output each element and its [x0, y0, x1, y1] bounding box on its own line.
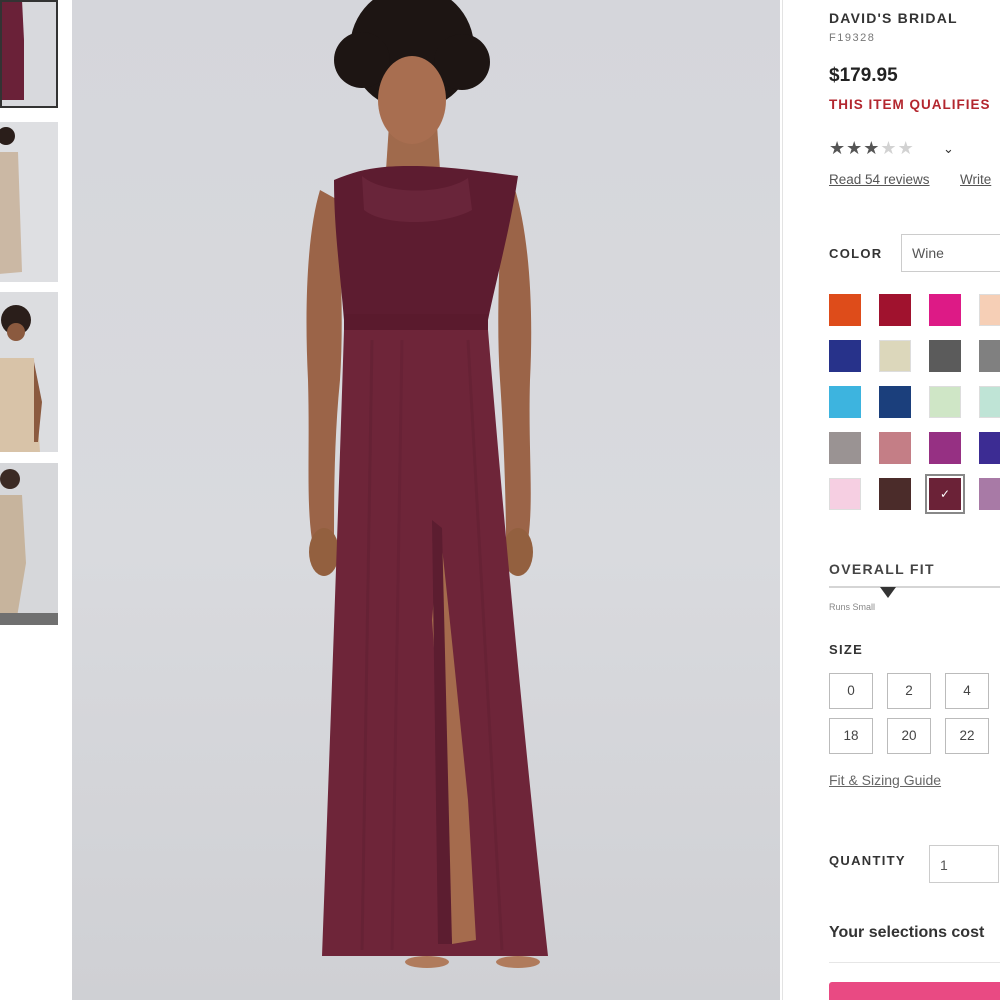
color-swatch[interactable]: [829, 340, 861, 372]
quantity-label: QUANTITY: [829, 853, 906, 868]
fit-label: OVERALL FIT: [829, 561, 935, 577]
selections-cost-text: Your selections cost: [829, 924, 985, 941]
size-option[interactable]: 4: [945, 673, 989, 709]
color-swatch[interactable]: [829, 478, 861, 510]
product-price: $179.95: [829, 65, 898, 86]
color-label: COLOR: [829, 246, 883, 261]
thumbnail-image: [0, 463, 58, 625]
fit-scale: [829, 586, 1000, 588]
size-option[interactable]: 18: [829, 718, 873, 754]
thumbnail-image: [0, 292, 58, 452]
check-icon: ✓: [939, 487, 951, 501]
color-swatch[interactable]: [929, 340, 961, 372]
read-reviews-link[interactable]: Read 54 reviews: [829, 172, 930, 187]
add-to-bag-button[interactable]: [829, 982, 1000, 1000]
color-swatch[interactable]: [929, 432, 961, 464]
size-option[interactable]: 2: [887, 673, 931, 709]
quantity-input[interactable]: 1: [929, 845, 999, 883]
brand-name: DAVID'S BRIDAL: [829, 10, 958, 26]
star-icon: ★: [897, 138, 915, 158]
color-swatch[interactable]: [879, 386, 911, 418]
color-swatch[interactable]: [929, 386, 961, 418]
color-swatch[interactable]: [879, 294, 911, 326]
thumbnail-2[interactable]: [0, 122, 58, 282]
size-option[interactable]: 20: [887, 718, 931, 754]
write-review-link[interactable]: Write: [960, 172, 991, 187]
color-swatch[interactable]: [979, 432, 1000, 464]
model-photo: [306, 0, 548, 968]
size-option[interactable]: 0: [829, 673, 873, 709]
color-swatch[interactable]: [879, 340, 911, 372]
product-sku: F19328: [829, 32, 876, 44]
thumbnail-4[interactable]: [0, 463, 58, 625]
star-rating[interactable]: ★★★★★: [829, 138, 915, 159]
chevron-down-icon[interactable]: ⌄: [943, 141, 954, 157]
color-select[interactable]: Wine: [901, 234, 1000, 272]
color-swatch[interactable]: [829, 294, 861, 326]
star-icon: ★: [846, 138, 864, 158]
product-panel: DAVID'S BRIDAL F19328 $179.95 THIS ITEM …: [782, 0, 1000, 1000]
thumbnail-rail: [0, 0, 62, 1000]
color-swatch[interactable]: [879, 478, 911, 510]
thumbnail-3[interactable]: [0, 292, 58, 452]
thumbnail-1[interactable]: [0, 0, 58, 108]
color-swatch[interactable]: [879, 432, 911, 464]
color-swatch[interactable]: ✓: [925, 474, 965, 514]
star-icon: ★: [863, 138, 881, 158]
fit-marker: [880, 587, 897, 598]
color-swatch[interactable]: [829, 386, 861, 418]
star-icon: ★: [829, 138, 847, 158]
color-swatch[interactable]: [979, 478, 1000, 510]
product-image[interactable]: ♡: [72, 0, 780, 1000]
thumbnail-image: [0, 0, 58, 108]
color-swatch[interactable]: [929, 294, 961, 326]
color-swatch[interactable]: [979, 294, 1000, 326]
size-label: SIZE: [829, 642, 864, 657]
size-option[interactable]: 22: [945, 718, 989, 754]
sizing-guide-link[interactable]: Fit & Sizing Guide: [829, 772, 941, 788]
color-swatch[interactable]: [829, 432, 861, 464]
promo-text: THIS ITEM QUALIFIES: [829, 97, 991, 112]
color-swatch[interactable]: [979, 340, 1000, 372]
color-swatch[interactable]: [979, 386, 1000, 418]
thumbnail-image: [0, 122, 58, 282]
star-icon: ★: [880, 138, 898, 158]
fit-low-label: Runs Small: [829, 602, 876, 612]
divider: [829, 962, 1000, 963]
